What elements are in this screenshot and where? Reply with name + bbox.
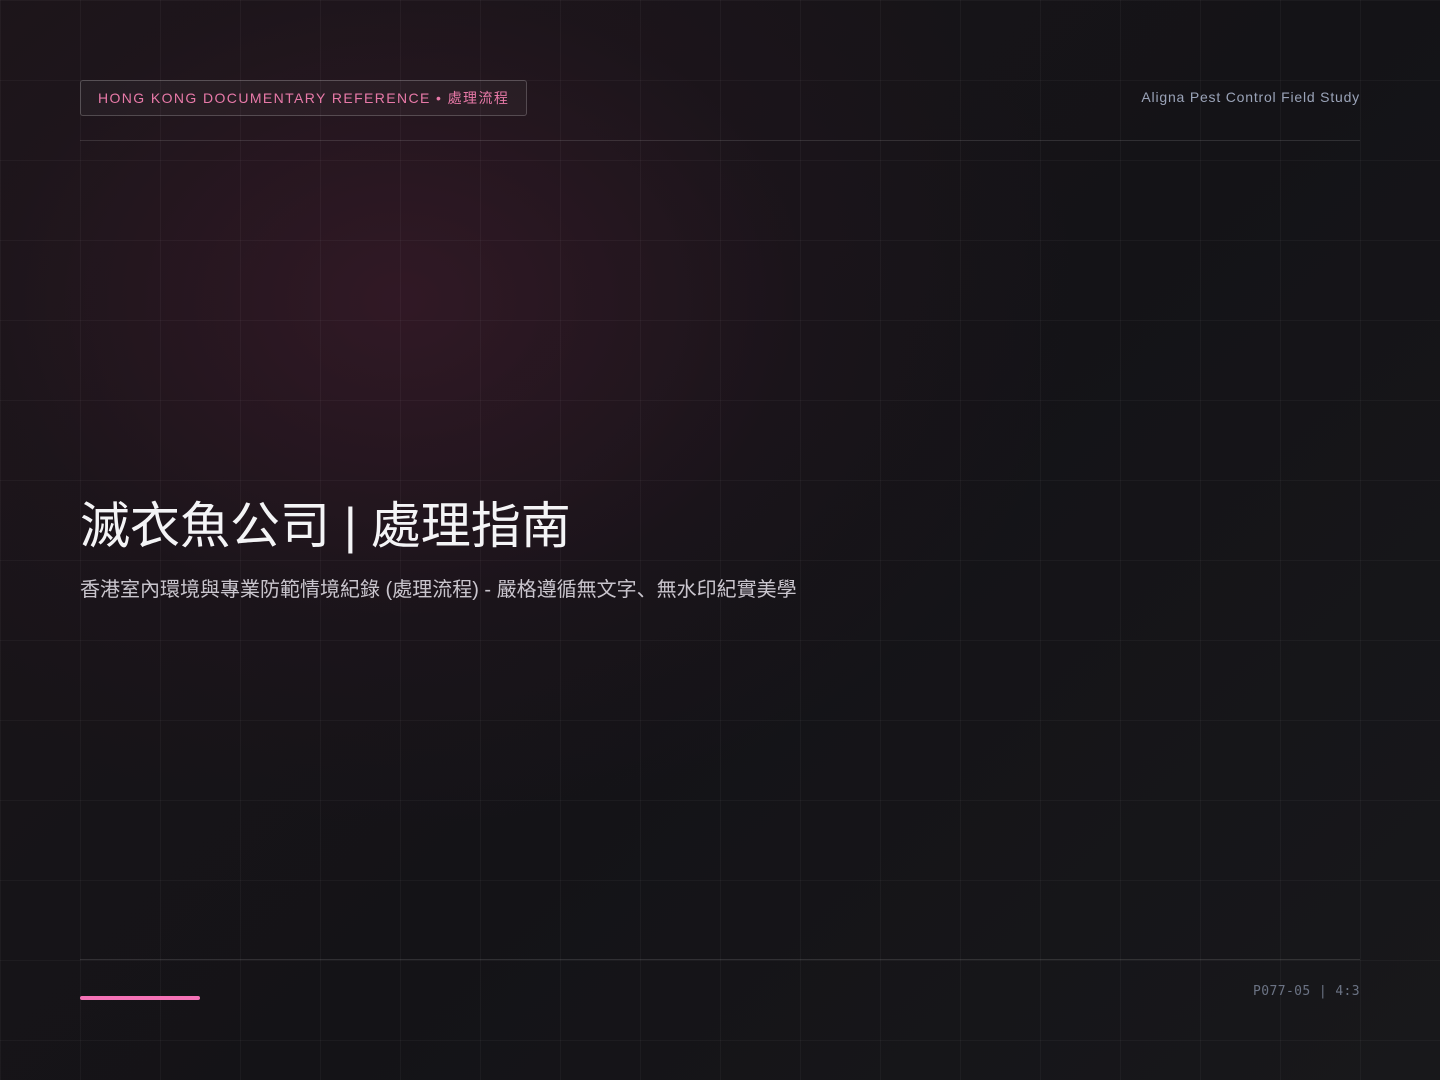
accent-bar [80, 996, 200, 1000]
slide-code: P077-05 | 4:3 [1253, 984, 1360, 999]
page-title: 滅衣魚公司 | 處理指南 [80, 498, 571, 554]
header: HONG KONG DOCUMENTARY REFERENCE • 處理流程 A… [80, 80, 1360, 141]
study-label: Aligna Pest Control Field Study [1141, 89, 1360, 105]
page-subtitle: 香港室內環境與專業防範情境紀錄 (處理流程) - 嚴格遵循無文字、無水印紀實美學 [80, 579, 797, 601]
footer: P077-05 | 4:3 [80, 959, 1360, 1020]
category-tag: HONG KONG DOCUMENTARY REFERENCE • 處理流程 [80, 80, 528, 116]
